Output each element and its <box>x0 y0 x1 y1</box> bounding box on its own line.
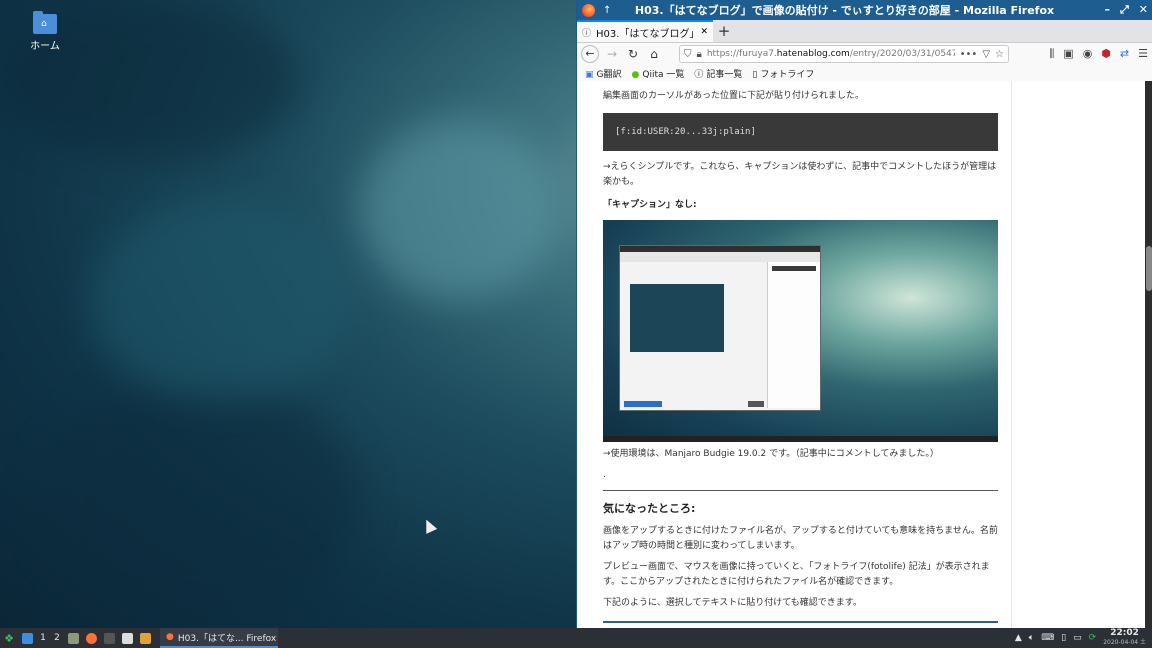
lock-icon[interactable]: 🔒︎ <box>697 49 702 60</box>
code-block: [f:id:USER:20...33j:plain] <box>603 113 998 151</box>
page-actions-menu-icon[interactable]: ••• <box>960 49 978 60</box>
manjaro-logo-icon: ❖ <box>4 631 14 645</box>
app-menu-button[interactable]: ❖ <box>0 628 18 648</box>
scrollbar-thumb[interactable] <box>1146 246 1152 291</box>
file-manager-launcher[interactable] <box>64 628 82 648</box>
window-title: H03.「はてなブログ」で画像の貼付け - でぃすとり好きの部屋 - Mozil… <box>634 4 1055 17</box>
tab-active[interactable]: ⓘ H03.「はてなブログ」で画 ✕ <box>577 20 713 42</box>
sidebar-toggle-icon[interactable]: ▣ <box>1063 47 1073 61</box>
keyboard-icon[interactable]: ⌨ <box>1041 633 1054 643</box>
page-viewport: 編集画面のカーソルがあった位置に下記が貼り付けられました。 [f:id:USER… <box>577 81 1152 628</box>
update-icon[interactable]: ⟳ <box>1089 633 1097 643</box>
account-icon[interactable]: ◉ <box>1083 47 1093 61</box>
home-folder-label: ホーム <box>30 41 60 52</box>
terminal-icon <box>103 632 115 644</box>
bookmark-fotolife[interactable]: ▯ フォトライフ <box>752 67 814 80</box>
bookmark-star-icon[interactable]: ☆ <box>995 49 1004 60</box>
paragraph-pasted: 編集画面のカーソルがあった位置に下記が貼り付けられました。 <box>603 91 865 101</box>
new-tab-button[interactable]: + <box>713 20 735 42</box>
tab-close-icon[interactable]: ✕ <box>700 27 708 37</box>
show-desktop-button[interactable] <box>18 628 36 648</box>
home-button[interactable]: ⌂ <box>646 47 662 61</box>
terminal-launcher[interactable] <box>100 628 118 648</box>
pocket-icon[interactable]: ▽ <box>982 49 990 60</box>
back-button[interactable]: ← <box>581 45 599 63</box>
navigation-toolbar: ← → ↻ ⌂ ⛉ 🔒︎ https://furuya7.hatenablog.… <box>577 43 1152 65</box>
firefox-launcher[interactable] <box>82 628 100 648</box>
notifications-icon[interactable]: ▲ <box>1015 633 1022 643</box>
page-scrollbar[interactable] <box>1145 81 1152 628</box>
tab-strip: ⓘ H03.「はてなブログ」で画 ✕ + <box>577 20 1152 43</box>
paragraph-simple: →えらくシンプルです。これなら、キャプションは使わずに、記事中でコメントしたほう… <box>603 162 997 187</box>
minimize-button[interactable]: – <box>1104 3 1110 17</box>
paragraph-preview: プレビュー画面で、マウスを画像に持っていくと、「フォトライフ(fotolife)… <box>603 562 990 587</box>
info-icon: ⓘ <box>694 69 704 80</box>
forward-button[interactable]: → <box>604 47 620 61</box>
hatena-favicon-icon: ⓘ <box>582 28 592 39</box>
clipboard-icon[interactable]: ▯ <box>1061 633 1066 643</box>
bookmark-article-list[interactable]: ⓘ 記事一覧 <box>694 67 742 80</box>
file-manager-icon <box>67 632 79 644</box>
qiita-icon: ● <box>631 69 640 80</box>
paragraph-select: 下記のように、選択してテキストに貼り付けても確認できます。 <box>603 598 862 608</box>
blog-sidebar <box>1011 81 1146 628</box>
text-editor-launcher[interactable] <box>118 628 136 648</box>
library-icon[interactable]: ⫼ <box>1049 47 1054 61</box>
paragraph-environment: →使用環境は、Manjaro Budgie 19.0.2 です。（記事中にコメン… <box>603 449 939 459</box>
volume-icon[interactable]: 🔈︎ <box>1029 633 1034 643</box>
workspace-2[interactable]: 2 <box>50 628 64 648</box>
horizontal-rule <box>603 490 998 491</box>
ublock-extension-icon[interactable]: ⬢ <box>1101 47 1111 61</box>
caption-heading: 「キャプション」なし: <box>603 200 697 210</box>
section-heading: 気になったところ: <box>603 502 696 515</box>
hamburger-menu-icon[interactable]: ☰ <box>1138 47 1148 61</box>
clock[interactable]: 22:02 2020-04-04 土 <box>1103 629 1146 647</box>
text-editor-icon <box>121 632 133 644</box>
firefox-window: ↑ H03.「はてなブログ」で画像の貼付け - でぃすとり好きの部屋 - Moz… <box>576 0 1152 628</box>
url-text[interactable]: https://furuya7.hatenablog.com/entry/202… <box>707 49 955 59</box>
tab-label: H03.「はてなブログ」で画 <box>596 28 695 40</box>
task-label: H03.「はてな... Firefox <box>177 633 277 644</box>
url-bar[interactable]: ⛉ 🔒︎ https://furuya7.hatenablog.com/entr… <box>679 45 1009 63</box>
bookmark-qiita[interactable]: ● Qiita 一覧 <box>632 67 685 80</box>
firefox-task-icon: ● <box>166 632 174 642</box>
paragraph-filename: 画像をアップするときに付けたファイル名が、アップすると付けていても意味を持ちませ… <box>603 526 998 551</box>
display-icon[interactable]: ▭ <box>1073 633 1082 643</box>
firefox-icon <box>85 632 97 644</box>
workspace-1[interactable]: 1 <box>36 628 50 648</box>
system-tray: ▲ 🔈︎ ⌨ ▯ ▭ ⟳ 22:02 2020-04-04 土 <box>1015 629 1152 647</box>
taskbar-firefox-window[interactable]: ● H03.「はてな... Firefox <box>160 628 278 648</box>
bookmark-translate[interactable]: ▣ G翻訳 <box>585 67 622 80</box>
reload-button[interactable]: ↻ <box>625 47 641 61</box>
screenshot-editor-window <box>619 245 821 411</box>
desktop-home-folder[interactable]: ⌂ ホーム <box>22 11 68 52</box>
translate-extension-icon[interactable]: ⇄ <box>1120 47 1129 61</box>
screenshot-tool-launcher[interactable] <box>136 628 154 648</box>
article-screenshot-image[interactable] <box>603 220 998 442</box>
bookmarks-toolbar: ▣ G翻訳 ● Qiita 一覧 ⓘ 記事一覧 ▯ フォトライフ <box>577 65 1152 82</box>
desktop-icon <box>21 632 33 644</box>
article-body: 編集画面のカーソルがあった位置に下記が貼り付けられました。 [f:id:USER… <box>577 81 1011 628</box>
close-window-button[interactable]: ✕ <box>1139 3 1148 17</box>
maximize-button[interactable]: ⤢ <box>1120 3 1129 17</box>
taskbar-panel: ❖ 1 2 ● H03.「はてな... Firefox ▲ 🔈︎ ⌨ ▯ ▭ ⟳… <box>0 628 1152 648</box>
screenshot-tool-icon <box>139 632 151 644</box>
home-folder-icon: ⌂ <box>33 11 57 34</box>
translate-icon: ▣ <box>585 69 594 80</box>
bottom-rule <box>603 621 998 623</box>
separator-dot: . <box>603 470 606 480</box>
window-titlebar[interactable]: ↑ H03.「はてなブログ」で画像の貼付け - でぃすとり好きの部屋 - Moz… <box>577 0 1152 20</box>
tracking-shield-icon[interactable]: ⛉ <box>684 49 692 60</box>
page-icon: ▯ <box>752 69 758 80</box>
